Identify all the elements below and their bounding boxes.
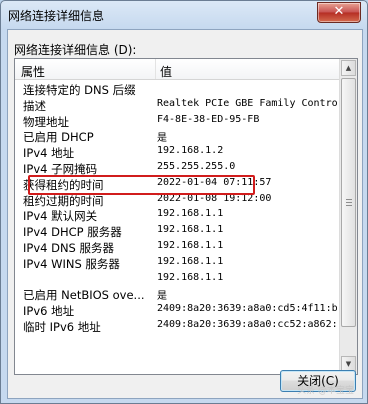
row-value: 192.168.1.1 [157, 239, 224, 251]
row-value: 2409:8a20:3639:a8a0:cd5:4f11:b [157, 303, 338, 315]
table-row[interactable]: IPv4 WINS 服务器 192.168.1.1 [15, 255, 339, 271]
row-property: 已启用 NetBIOS ove... [23, 288, 145, 303]
table-row[interactable]: 临时 IPv6 地址 2409:8a20:3639:a8a0:cc52:a862: [15, 318, 339, 334]
list-header: 属性 值 [15, 59, 339, 80]
table-row[interactable]: 已启用 NetBIOS ove... 是 [15, 286, 339, 302]
table-row-ipv4-address[interactable]: IPv4 地址 192.168.1.2 [15, 144, 339, 160]
row-value: Realtek PCIe GBE Family Contro [157, 97, 338, 109]
table-row[interactable]: IPv4 DHCP 服务器 192.168.1.1 [15, 223, 339, 239]
scroll-up-icon[interactable]: ▲ [341, 60, 356, 76]
dialog-body: 网络连接详细信息 (D): 属性 值 连接特定的 DNS 后缀 描述 Realte… [7, 29, 363, 399]
row-value: 是 [157, 291, 167, 303]
row-value: 192.168.1.1 [157, 208, 224, 220]
column-divider[interactable] [155, 59, 156, 79]
grip-line [346, 202, 352, 203]
row-value: 255.255.255.0 [157, 160, 236, 172]
vertical-scrollbar[interactable]: ▲ ▼ [339, 59, 357, 374]
table-row[interactable]: 192.168.1.1 [15, 271, 339, 287]
row-property: 物理地址 [23, 114, 69, 129]
details-list-label: 网络连接详细信息 (D): [14, 43, 137, 57]
table-row[interactable]: 物理地址 F4-8E-38-ED-95-FB [15, 113, 339, 129]
table-row[interactable]: IPv4 子网掩码 255.255.255.0 [15, 160, 339, 176]
row-value: 192.168.1.1 [157, 255, 224, 267]
column-header-property[interactable]: 属性 [21, 63, 45, 80]
title-bar[interactable]: 网络连接详细信息 ✕ [1, 1, 367, 29]
grip-line [346, 199, 352, 200]
details-listview[interactable]: 属性 值 连接特定的 DNS 后缀 描述 Realtek PCIe GBE Fam… [14, 58, 358, 375]
column-header-value[interactable]: 值 [160, 63, 172, 80]
row-property: 描述 [23, 98, 46, 113]
row-property: 已启用 DHCP [23, 130, 94, 145]
row-property: 临时 IPv6 地址 [23, 319, 101, 334]
row-property: IPv6 地址 [23, 304, 75, 319]
row-value: 2409:8a20:3639:a8a0:cc52:a862: [157, 318, 338, 330]
row-value: 192.168.1.1 [157, 271, 224, 283]
table-row[interactable]: 已启用 DHCP 是 [15, 128, 339, 144]
table-row[interactable]: IPv6 地址 2409:8a20:3639:a8a0:cd5:4f11:b [15, 302, 339, 318]
row-value: 192.168.1.1 [157, 224, 224, 236]
row-value: 是 [157, 133, 167, 145]
table-row[interactable]: 描述 Realtek PCIe GBE Family Contro [15, 97, 339, 113]
table-row[interactable]: 连接特定的 DNS 后缀 [15, 81, 339, 97]
grip-line [346, 205, 352, 206]
details-rows: 连接特定的 DNS 后缀 描述 Realtek PCIe GBE Family C… [15, 81, 339, 334]
window-title: 网络连接详细信息 [8, 9, 105, 23]
ipv4-highlight-box [28, 175, 255, 195]
row-property: IPv4 地址 [23, 146, 75, 161]
row-property: IPv4 默认网关 [23, 209, 98, 224]
row-property: IPv4 WINS 服务器 [23, 256, 120, 271]
table-row[interactable]: IPv4 DNS 服务器 192.168.1.1 [15, 239, 339, 255]
row-property: 连接特定的 DNS 后缀 [23, 83, 136, 97]
row-property: IPv4 DHCP 服务器 [23, 225, 122, 240]
row-value: 192.168.1.2 [157, 145, 224, 157]
scrollbar-thumb[interactable] [341, 78, 356, 327]
row-property: IPv4 DNS 服务器 [23, 240, 115, 255]
row-value: F4-8E-38-ED-95-FB [157, 113, 260, 125]
table-row[interactable]: IPv4 默认网关 192.168.1.1 [15, 207, 339, 223]
close-icon[interactable]: ✕ [317, 2, 361, 23]
watermark: 头条 @本宝宝 [297, 386, 354, 396]
network-details-dialog: 网络连接详细信息 ✕ 网络连接详细信息 (D): 属性 值 连接特定的 DNS … [0, 0, 368, 404]
